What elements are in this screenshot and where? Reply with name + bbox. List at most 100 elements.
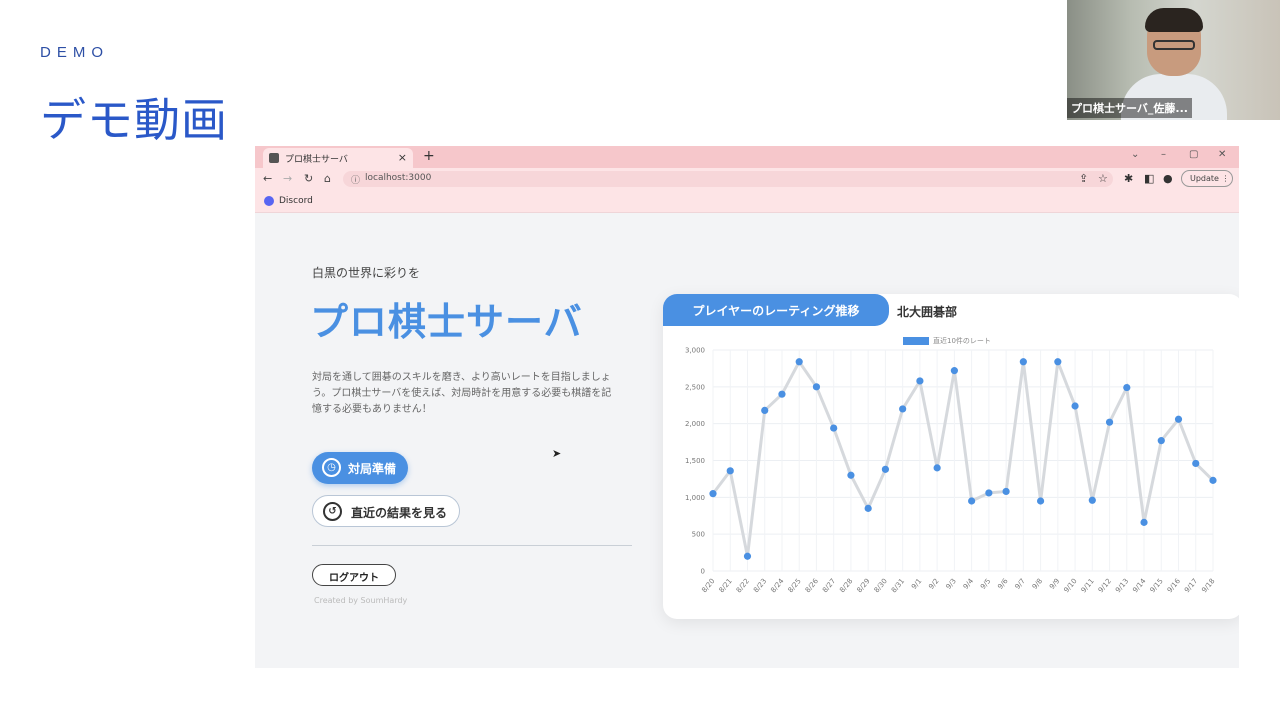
- description: 対局を通して囲碁のスキルを磨き、より高いレートを目指しましょう。プロ棋士サーバを…: [312, 372, 612, 415]
- data-point: [933, 464, 941, 472]
- series-line: [711, 358, 1215, 557]
- rating-chart-card: プレイヤーのレーティング推移 北大囲碁部 直近10件のレート 0 500 1,000…: [663, 294, 1239, 619]
- x-tick-label: 9/18: [1200, 577, 1216, 594]
- data-point: [830, 424, 838, 432]
- data-point: [847, 471, 855, 479]
- data-point: [1054, 358, 1062, 366]
- x-tick-label: 9/3: [945, 577, 958, 591]
- bookmark-star-icon[interactable]: ☆: [1098, 172, 1108, 185]
- address-bar[interactable]: ⓘ localhost:3000: [343, 171, 1113, 187]
- browser-tab[interactable]: プロ棋士サーバ ×: [263, 148, 413, 168]
- recent-results-label: 直近の結果を見る: [351, 506, 448, 520]
- data-point: [726, 467, 734, 475]
- data-point: [881, 465, 890, 473]
- mouse-cursor-icon: ➤: [552, 447, 562, 460]
- favicon-icon: [269, 153, 279, 163]
- data-point: [899, 405, 907, 413]
- x-tick-label: 9/4: [962, 577, 976, 591]
- data-point: [1140, 518, 1148, 526]
- x-tick-label: 9/12: [1097, 577, 1113, 594]
- minimize-icon[interactable]: –: [1161, 149, 1166, 160]
- home-icon[interactable]: ⌂: [324, 172, 331, 185]
- tab-club[interactable]: 北大囲碁部: [897, 303, 957, 320]
- section-label: DEMO: [40, 44, 109, 61]
- data-point: [1157, 437, 1165, 445]
- recent-results-button[interactable]: ↺ 直近の結果を見る: [312, 495, 460, 527]
- x-tick-label: 9/11: [1080, 577, 1096, 594]
- discord-icon: [264, 196, 274, 206]
- y-tick-label: 1,000: [685, 494, 705, 502]
- x-tick-label: 8/23: [752, 577, 768, 594]
- site-info-icon[interactable]: ⓘ: [351, 173, 360, 186]
- update-button[interactable]: Update ⋮: [1181, 170, 1233, 187]
- y-tick-label: 3,000: [685, 347, 705, 355]
- data-point: [1209, 476, 1217, 484]
- data-point: [812, 383, 821, 391]
- participant-name: プロ棋士サーバ_佐藤...: [1067, 98, 1192, 118]
- tab-title: プロ棋士サーバ: [285, 155, 348, 165]
- x-tick-label: 9/13: [1114, 577, 1130, 594]
- x-tick-label: 9/15: [1149, 577, 1165, 594]
- tab-close-icon[interactable]: ×: [398, 151, 407, 164]
- rating-line-chart: 05001,0001,5002,0002,5003,0008/20 8/21 8/2…: [685, 347, 1217, 595]
- sidepanel-icon[interactable]: ◧: [1144, 172, 1154, 185]
- y-tick-label: 2,000: [685, 420, 705, 428]
- close-icon[interactable]: ✕: [1218, 149, 1226, 160]
- data-point: [1192, 459, 1200, 468]
- clock-icon: ◷: [322, 458, 341, 477]
- x-tick-label: 9/8: [1031, 577, 1044, 591]
- y-tick-label: 0: [701, 568, 705, 576]
- data-point: [1071, 402, 1079, 410]
- reload-icon[interactable]: ↻: [304, 172, 313, 185]
- extensions-icon[interactable]: ✱: [1124, 172, 1133, 185]
- data-point: [761, 406, 769, 415]
- update-label: Update: [1190, 174, 1219, 183]
- x-tick-label: 9/2: [927, 577, 940, 591]
- web-page: 白黒の世界に彩りを プロ棋士サーバ 対局を通して囲碁のスキルを磨き、より高いレー…: [255, 213, 1239, 668]
- slide-title: デモ動画: [40, 93, 228, 147]
- credit-text: Created by SoumHardy: [314, 596, 408, 605]
- x-tick-label: 8/29: [855, 577, 871, 594]
- browser-window: プロ棋士サーバ × + ⌄ – ▢ ✕ ← → ↻ ⌂ ⓘ localhost:…: [255, 146, 1239, 668]
- x-tick-label: 8/21: [718, 577, 734, 594]
- browser-toolbar: ← → ↻ ⌂ ⓘ localhost:3000 ⇪ ☆ ✱ ◧ ● Updat…: [255, 168, 1239, 190]
- hero-title: プロ棋士サーバ: [310, 300, 583, 344]
- url-text: localhost:3000: [365, 173, 432, 183]
- x-tick-label: 9/7: [1014, 577, 1027, 591]
- x-tick-label: 8/27: [821, 577, 837, 594]
- y-tick-label: 2,500: [685, 383, 705, 391]
- tab-search-icon[interactable]: ⌄: [1131, 149, 1139, 160]
- share-icon[interactable]: ⇪: [1079, 172, 1088, 185]
- x-tick-label: 9/1: [910, 577, 923, 591]
- x-tick-label: 8/22: [735, 577, 751, 594]
- tab-rating-history[interactable]: プレイヤーのレーティング推移: [663, 294, 889, 326]
- logout-button[interactable]: ログアウト: [312, 564, 396, 586]
- data-point: [985, 489, 993, 497]
- tab-bar: プロ棋士サーバ × + ⌄ – ▢ ✕: [255, 146, 1239, 168]
- new-tab-button[interactable]: +: [423, 148, 435, 164]
- history-icon: ↺: [323, 502, 342, 521]
- data-point: [743, 552, 752, 560]
- x-tick-label: 9/10: [1062, 577, 1078, 594]
- x-tick-label: 9/17: [1183, 577, 1199, 594]
- data-point: [795, 358, 803, 366]
- x-tick-label: 8/20: [700, 577, 716, 594]
- data-point: [1036, 497, 1045, 505]
- data-point: [1019, 358, 1027, 366]
- maximize-icon[interactable]: ▢: [1189, 149, 1198, 160]
- x-tick-label: 9/16: [1166, 577, 1183, 595]
- back-icon[interactable]: ←: [263, 172, 272, 185]
- x-tick-label: 8/26: [804, 577, 821, 595]
- data-point: [916, 377, 924, 385]
- profile-avatar-icon[interactable]: ●: [1163, 172, 1173, 185]
- data-point: [709, 490, 717, 498]
- data-point: [864, 504, 872, 512]
- data-point: [1123, 383, 1131, 392]
- bookmark-discord[interactable]: Discord: [279, 196, 313, 206]
- y-tick-label: 1,500: [685, 457, 705, 465]
- x-tick-label: 9/9: [1048, 577, 1061, 591]
- x-tick-label: 8/24: [769, 577, 786, 595]
- forward-icon[interactable]: →: [283, 172, 292, 185]
- match-ready-button[interactable]: ◷ 対局準備: [312, 452, 408, 484]
- x-tick-label: 8/31: [890, 577, 906, 594]
